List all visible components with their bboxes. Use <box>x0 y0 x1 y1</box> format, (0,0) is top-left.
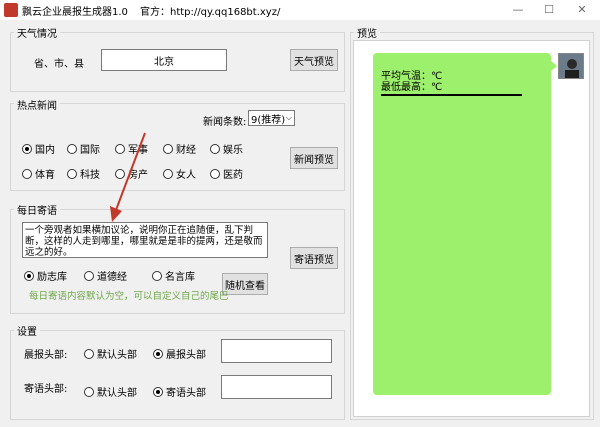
news-category-medicine[interactable]: 医药 <box>210 166 243 181</box>
region-input[interactable]: 北京 <box>101 49 227 71</box>
minimize-button[interactable]: — <box>510 2 526 18</box>
saying-header-default-radio[interactable]: 默认头部 <box>84 384 137 399</box>
morning-header-custom-radio[interactable]: 晨报头部 <box>153 346 206 361</box>
preview-divider <box>381 94 522 96</box>
radio-icon <box>210 143 220 154</box>
news-count-select[interactable]: 9(推荐) ⌵ <box>248 110 295 126</box>
radio-icon <box>84 270 94 281</box>
official-site-link[interactable]: 官方：http://qy.qq168bt.xyz/ <box>140 3 280 18</box>
news-category-entertainment[interactable]: 娱乐 <box>210 141 243 156</box>
daily-source-taoteching[interactable]: 道德经 <box>84 268 127 283</box>
radio-icon <box>84 386 94 397</box>
avatar <box>558 53 584 79</box>
news-preview-button[interactable]: 新闻预览 <box>290 147 338 169</box>
morning-header-default-radio[interactable]: 默认头部 <box>84 346 137 361</box>
news-category-sports[interactable]: 体育 <box>22 166 55 181</box>
daily-hint-text: 每日寄语内容默认为空，可以自定义自己的尾巴 <box>29 291 229 302</box>
radio-icon <box>163 168 173 179</box>
saying-header-custom-radio[interactable]: 寄语头部 <box>153 384 206 399</box>
radio-icon <box>84 348 94 359</box>
weather-legend: 天气情况 <box>14 25 60 40</box>
news-category-international[interactable]: 国际 <box>67 141 100 156</box>
news-category-women[interactable]: 女人 <box>163 166 196 181</box>
close-button[interactable]: ✕ <box>574 2 590 18</box>
daily-source-quotes[interactable]: 名言库 <box>152 268 195 283</box>
weather-preview-button[interactable]: 天气预览 <box>290 49 338 71</box>
bubble-tail <box>551 61 557 71</box>
annotation-arrow <box>110 132 146 222</box>
daily-source-inspirational[interactable]: 励志库 <box>24 268 67 283</box>
daily-legend: 每日寄语 <box>14 202 60 217</box>
news-category-finance[interactable]: 财经 <box>163 141 196 156</box>
chevron-down-icon: ⌵ <box>285 113 292 122</box>
window-title: 飘云企业晨报生成器1.0 <box>22 7 128 18</box>
preview-avg-temp: 平均气温：℃ <box>381 71 443 82</box>
preview-legend: 预览 <box>354 25 380 40</box>
radio-icon <box>152 270 162 281</box>
radio-icon <box>210 168 220 179</box>
radio-checked-icon <box>153 348 163 359</box>
preview-bubble <box>373 53 551 395</box>
preview-min-max-temp: 最低最高：℃ <box>381 82 443 93</box>
radio-icon <box>22 168 32 179</box>
radio-checked-icon <box>24 270 34 281</box>
news-category-tech[interactable]: 科技 <box>67 166 100 181</box>
saying-header-input[interactable] <box>221 375 332 399</box>
radio-checked-icon <box>22 143 32 154</box>
news-count-label: 新闻条数: <box>203 117 247 128</box>
radio-icon <box>163 143 173 154</box>
radio-icon <box>67 143 77 154</box>
morning-header-input[interactable] <box>221 339 332 363</box>
region-label: 省、市、县 <box>34 59 84 70</box>
morning-header-label: 晨报头部: <box>24 350 68 361</box>
saying-header-label: 寄语头部: <box>24 384 68 395</box>
radio-checked-icon <box>153 386 163 397</box>
news-category-domestic[interactable]: 国内 <box>22 141 55 156</box>
radio-icon <box>67 168 77 179</box>
app-icon <box>4 3 18 17</box>
maximize-button[interactable]: ☐ <box>541 2 557 18</box>
news-legend: 热点新闻 <box>14 97 60 112</box>
daily-preview-button[interactable]: 寄语预览 <box>290 247 338 269</box>
settings-legend: 设置 <box>14 323 40 338</box>
news-count-value: 9(推荐) <box>251 114 286 126</box>
